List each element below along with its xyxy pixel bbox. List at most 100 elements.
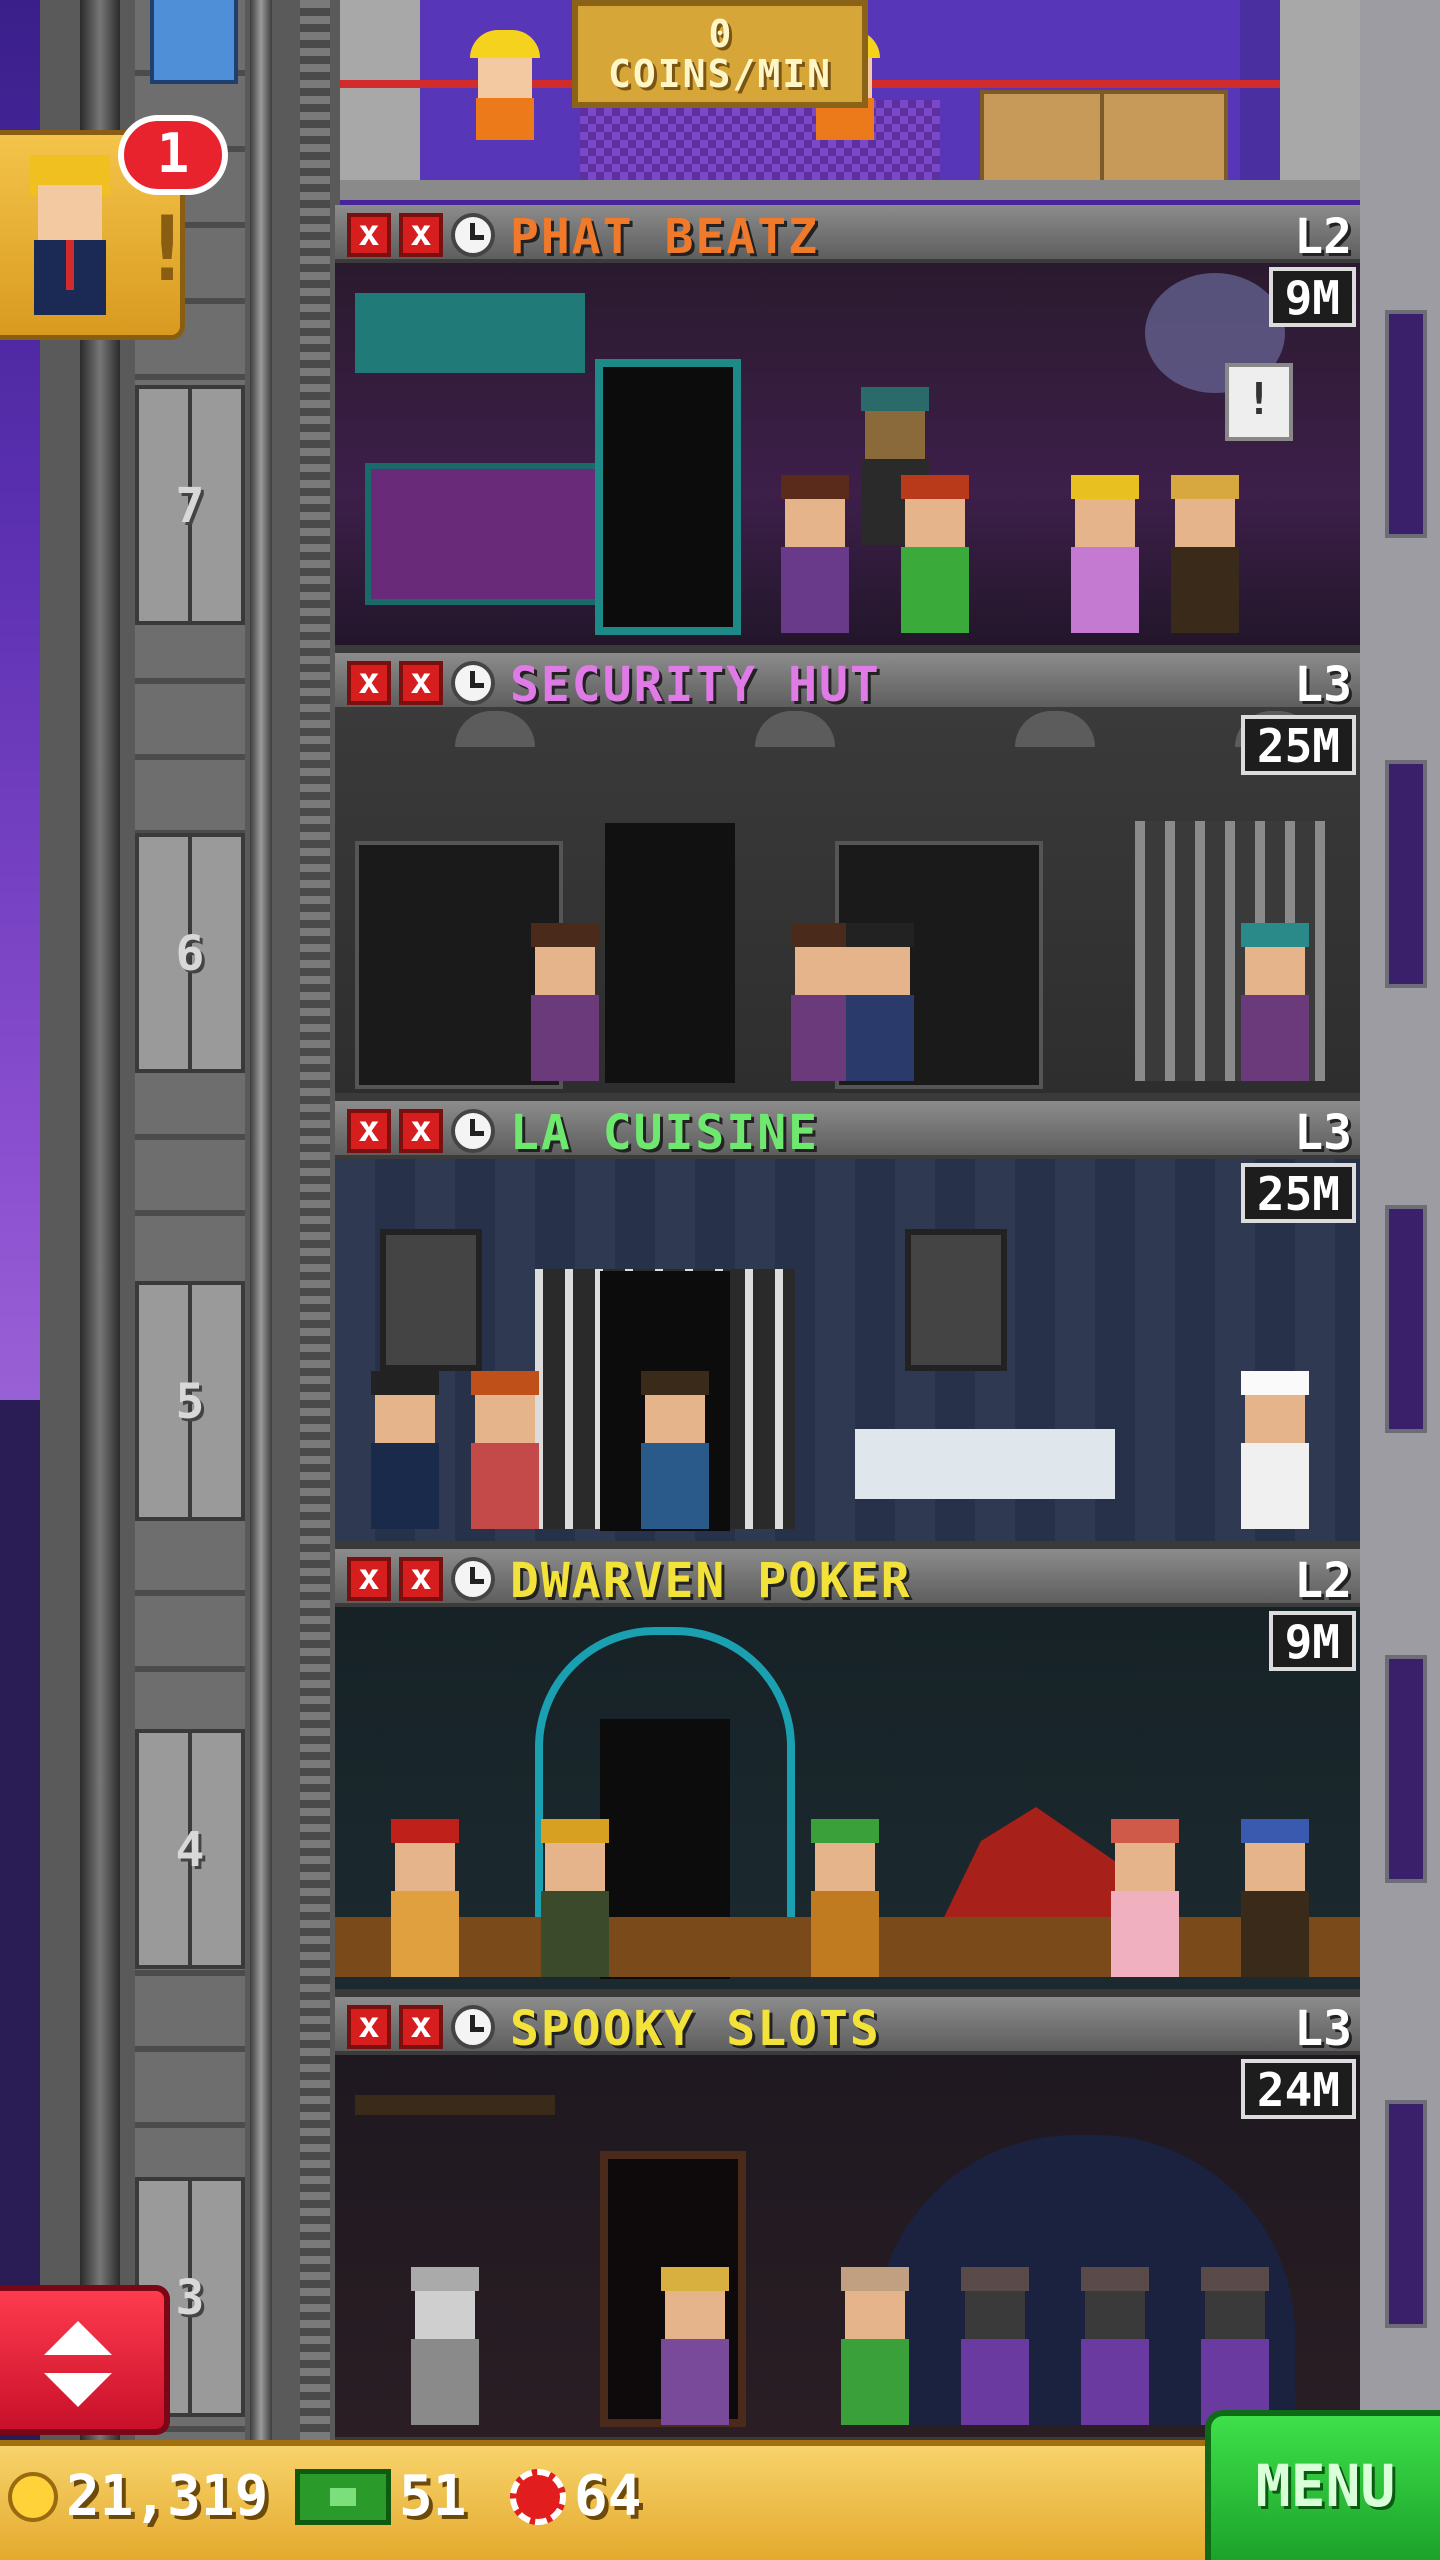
roof-pillar	[1280, 0, 1360, 190]
character	[365, 1371, 445, 1529]
clock-icon[interactable]	[451, 1557, 495, 1601]
character	[1235, 923, 1315, 1081]
floor-row[interactable]: x x LA CUISINE L3 25M	[335, 1101, 1360, 1549]
floor-time: 24M	[1240, 2059, 1356, 2119]
close-icon[interactable]: x	[399, 1557, 443, 1601]
dwarf	[1235, 1819, 1315, 1977]
floor-header: x x SECURITY HUT L3	[335, 653, 1360, 713]
floor-level: L2	[1294, 1553, 1352, 1609]
coins-per-min-label: COINS/MIN	[608, 52, 832, 96]
coin-icon	[8, 2471, 58, 2522]
bux-icon	[295, 2468, 391, 2525]
dwarf	[385, 1819, 465, 1977]
floor-level: L3	[1294, 657, 1352, 713]
character	[635, 1371, 715, 1529]
thought-bubble-icon: !	[1225, 363, 1293, 441]
ceiling-light	[455, 711, 535, 747]
wall-painting	[380, 1229, 482, 1371]
menu-button[interactable]: MENU	[1205, 2410, 1440, 2560]
chips-counter: 64	[510, 2464, 641, 2529]
character	[525, 923, 605, 1081]
chef	[1235, 1371, 1315, 1529]
arrow-up-icon	[44, 2321, 112, 2355]
floor-number-4: 4	[175, 1822, 205, 1878]
floor-scene	[335, 1607, 1360, 1997]
floor-level: L2	[1294, 209, 1352, 265]
floor-scene	[335, 2055, 1360, 2445]
elevator-rail	[80, 0, 120, 2440]
floor-time: 25M	[1240, 1163, 1356, 1223]
close-icon[interactable]: x	[399, 213, 443, 257]
floor-row[interactable]: x x DWARVEN POKER L2 9M	[335, 1549, 1360, 1997]
close-icon[interactable]: x	[399, 1109, 443, 1153]
vip-avatar	[30, 155, 110, 315]
clock-icon[interactable]	[451, 661, 495, 705]
character	[1065, 475, 1145, 633]
security-guard	[840, 923, 920, 1081]
floor-header: x x SPOOKY SLOTS L3	[335, 1997, 1360, 2057]
floor-scene	[335, 711, 1360, 1101]
construction-worker	[470, 30, 540, 140]
roof-pillar	[340, 0, 420, 190]
floor-name: DWARVEN POKER	[510, 1553, 912, 1609]
chips-value: 64	[574, 2464, 642, 2529]
close-icon[interactable]: x	[347, 1109, 391, 1153]
coins-per-min-sign: 0 COINS/MIN	[572, 0, 868, 108]
character	[1105, 1819, 1185, 1977]
character	[655, 2267, 735, 2425]
clock-icon[interactable]	[451, 213, 495, 257]
elevator-arrows-button[interactable]	[0, 2285, 170, 2435]
roof-pattern	[580, 100, 940, 180]
elevator-wall	[135, 0, 245, 2440]
floor-number-6: 6	[175, 926, 205, 982]
close-icon[interactable]: x	[347, 2005, 391, 2049]
coins-per-min-value: 0	[708, 12, 732, 56]
floor-name: SECURITY HUT	[510, 657, 881, 713]
close-icon[interactable]: x	[399, 661, 443, 705]
wall-painting	[905, 1229, 1007, 1371]
clock-icon[interactable]	[451, 2005, 495, 2049]
floor-scene	[335, 1159, 1360, 1549]
coins-counter: 21,319	[8, 2464, 268, 2529]
ceiling-light	[755, 711, 835, 747]
slot-machine	[1075, 2267, 1155, 2425]
ghost-character	[405, 2267, 485, 2425]
dwarf	[805, 1819, 885, 1977]
notification-badge: 1	[118, 115, 228, 195]
floor-header: x x DWARVEN POKER L2	[335, 1549, 1360, 1609]
slot-machine	[1195, 2267, 1275, 2425]
doorway	[605, 823, 735, 1083]
window	[1385, 1655, 1427, 1883]
close-icon[interactable]: x	[399, 2005, 443, 2049]
chip-icon	[510, 2468, 566, 2525]
character	[895, 475, 975, 633]
dj-booth-canopy	[355, 293, 585, 373]
doorway	[595, 359, 741, 635]
elevator-car[interactable]	[150, 0, 238, 84]
floor-level: L3	[1294, 1105, 1352, 1161]
close-icon[interactable]: x	[347, 1557, 391, 1601]
floor-header: x x LA CUISINE L3	[335, 1101, 1360, 1161]
floor-name: PHAT BEATZ	[510, 209, 819, 265]
character	[465, 1371, 545, 1529]
bux-value: 51	[399, 2464, 467, 2529]
roof-floorbar	[340, 180, 1360, 200]
floor-number-7: 7	[175, 478, 205, 534]
elevator-track	[300, 0, 330, 2440]
window	[1385, 1205, 1427, 1433]
ceiling-light	[1015, 711, 1095, 747]
floor-row[interactable]: x x SPOOKY SLOTS L3 24M	[335, 1997, 1360, 2445]
floor-time: 25M	[1240, 715, 1356, 775]
floor-row[interactable]: x x PHAT BEATZ L2 ! 9M	[335, 205, 1360, 653]
floor-row[interactable]: x x SECURITY HUT L3 25M	[335, 653, 1360, 1101]
close-icon[interactable]: x	[347, 661, 391, 705]
close-icon[interactable]: x	[347, 213, 391, 257]
clock-icon[interactable]	[451, 1109, 495, 1153]
floor-scene: !	[335, 263, 1360, 653]
dining-table	[855, 1429, 1115, 1499]
floor-name: LA CUISINE	[510, 1105, 819, 1161]
crate	[980, 90, 1108, 188]
character	[1165, 475, 1245, 633]
floor-name: SPOOKY SLOTS	[510, 2001, 881, 2057]
dj-booth	[365, 463, 627, 605]
